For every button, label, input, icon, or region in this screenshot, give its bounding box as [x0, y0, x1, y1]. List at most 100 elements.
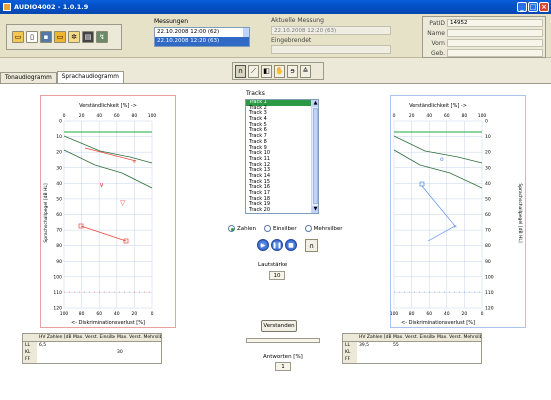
- track-item[interactable]: Track 20: [246, 207, 318, 213]
- x-top-tick-label: 20: [79, 113, 85, 119]
- y-tick-label: 60: [56, 212, 62, 218]
- ear-icon[interactable]: ɘ: [287, 64, 298, 78]
- audiogram-right[interactable]: o × Verständlichkeit [%] -> <- Diskrimin…: [390, 95, 526, 328]
- table-row: KL 30: [23, 349, 123, 356]
- messungen-item[interactable]: 22.10.2008 12:00 (62): [155, 28, 249, 37]
- y-tick-label: 100: [53, 274, 62, 280]
- y-tick-label: 0: [59, 119, 62, 125]
- volume-icon[interactable]: ≙: [300, 64, 311, 78]
- y-tick-label: 30: [56, 165, 62, 171]
- headphone-button[interactable]: ∩: [305, 239, 318, 252]
- y-tick-label: 10: [485, 134, 491, 140]
- y-tick-label: 40: [485, 181, 491, 187]
- scroll-up-arrow[interactable]: ▲: [312, 100, 318, 107]
- messungen-list[interactable]: 22.10.2008 12:00 (62) 22.10.2008 12:20 (…: [154, 27, 250, 47]
- radio-einsilber[interactable]: Einsilber: [264, 225, 297, 232]
- antworten-label: Antworten [%]: [263, 354, 303, 360]
- results-table-right: HV Zahlen [dB] Max. Verst. Einsilber [%]…: [342, 333, 482, 364]
- radio-zahlen[interactable]: Zahlen: [228, 225, 256, 232]
- close-button[interactable]: ×: [539, 2, 549, 12]
- messungen-item-selected[interactable]: 22.10.2008 12:20 (63): [155, 37, 249, 46]
- tracks-list[interactable]: Track 1 Track 2 Track 3 Track 4 Track 5 Track…: [245, 99, 319, 214]
- minimize-button[interactable]: _: [517, 2, 527, 12]
- x-bottom-tick-label: 100: [60, 311, 69, 317]
- col-header: Max. Verst. Einsilber [%]: [393, 335, 435, 340]
- settings-icon[interactable]: ✲: [68, 31, 80, 43]
- patid-label: PatID: [429, 19, 445, 27]
- patid-field: 14952: [447, 19, 543, 27]
- tab-tonaudiogramm[interactable]: Tonaudiogramm: [0, 72, 57, 83]
- speaker-icon[interactable]: ◧: [261, 64, 272, 78]
- printer-icon[interactable]: ▤: [82, 31, 94, 43]
- x-bottom-tick-label: 80: [409, 311, 415, 317]
- headphones-icon[interactable]: ∩: [235, 64, 246, 78]
- table-row: FF: [23, 356, 161, 363]
- x-bottom-tick-label: 80: [79, 311, 85, 317]
- open-folder-icon[interactable]: ▭: [54, 31, 66, 43]
- x-top-tick-label: 60: [114, 113, 120, 119]
- x-bottom-tick-label: 20: [132, 311, 138, 317]
- y-tick-label: 110: [485, 290, 494, 296]
- save-icon[interactable]: ▪: [40, 31, 52, 43]
- scroll-thumb[interactable]: [313, 108, 318, 204]
- y-tick-label: 80: [485, 243, 491, 249]
- x-bottom-tick-label: 0: [151, 311, 154, 317]
- y-tick-label: 100: [485, 274, 494, 280]
- verstanden-button[interactable]: Verstanden: [261, 320, 297, 332]
- col-header: Max. Verst. Mehrsilber [%]: [437, 335, 481, 340]
- x-top-tick-label: 100: [148, 113, 157, 119]
- new-document-icon[interactable]: ▯: [26, 31, 38, 43]
- y-tick-label: 110: [53, 290, 62, 296]
- measurement-mark-o: o: [440, 156, 444, 163]
- y-tick-label: 70: [485, 228, 491, 234]
- eingebunden-field: [271, 45, 391, 54]
- audiogram-left[interactable]: × ∨ ▽ Verständlichkeit [%] -> <- Diskrim…: [40, 95, 176, 328]
- x-bottom-tick-label: 40: [444, 311, 450, 317]
- name-field: [447, 29, 543, 37]
- messungen-label: Messungen: [154, 18, 189, 25]
- play-button[interactable]: ▶: [257, 239, 269, 251]
- y-tick-label: 60: [485, 212, 491, 218]
- name-label: Name: [427, 29, 445, 37]
- radio-mehrsilber[interactable]: Mehrsilber: [304, 225, 343, 232]
- y-title-left: Sprachschallpegel [dB HL]: [43, 183, 49, 243]
- stop-button[interactable]: ■: [285, 239, 297, 251]
- bone-conduction-icon[interactable]: ⟋: [248, 64, 259, 78]
- y-tick-label: 40: [56, 181, 62, 187]
- aktuelle-messung-label: Aktuelle Messung: [271, 17, 324, 24]
- measurement-mark-right-x: ×: [453, 224, 457, 230]
- tracks-label: Tracks: [246, 90, 265, 97]
- x-top-tick-label: 60: [444, 113, 450, 119]
- geburtsdatum-field: [447, 49, 543, 57]
- response-progress-bar: [246, 338, 320, 343]
- app-icon: [3, 3, 11, 11]
- tab-strip: Tonaudiogramm Sprachaudiogramm: [0, 71, 124, 83]
- maximize-button[interactable]: □: [528, 2, 538, 12]
- folder-icon[interactable]: ▭: [12, 31, 24, 43]
- geburtsdatum-label: Geb.: [430, 49, 445, 57]
- pause-button[interactable]: ❚❚: [271, 239, 283, 251]
- scroll-down-arrow[interactable]: ▼: [312, 206, 318, 213]
- table-row: KL: [343, 349, 481, 356]
- x-top-tick-label: 80: [132, 113, 138, 119]
- x-bottom-tick-label: 60: [96, 311, 102, 317]
- patient-box: PatID 14952 Name Vorn Geb.: [422, 16, 546, 58]
- results-table-left: HV Zahlen [dB] Max. Verst. Einsilber [%]…: [22, 333, 162, 364]
- messungen-scrollbar[interactable]: [243, 28, 249, 37]
- hand-icon[interactable]: ✋: [274, 64, 285, 78]
- aktuelle-messung-field: 22.10.2008 12:20 (63): [271, 26, 391, 35]
- main-toolbar: ▭ ▯ ▪ ▭ ✲ ▤ ↯: [6, 24, 122, 50]
- measurement-mark-v1: ∨: [99, 181, 104, 189]
- x-bottom-tick-label: 60: [426, 311, 432, 317]
- network-icon[interactable]: ↯: [96, 31, 108, 43]
- tab-sprachaudiogramm[interactable]: Sprachaudiogramm: [56, 71, 124, 83]
- table-row: LL 39,5 55: [343, 342, 399, 349]
- col-header: Max. Verst. Mehrsilber [%]: [117, 335, 161, 340]
- window-titlebar: AUDIO4002 - 1.0.1.9 _ □ ×: [0, 0, 551, 14]
- y-tick-label: 120: [485, 306, 494, 312]
- eingebunden-label: Eingebrendet: [271, 37, 312, 44]
- tracks-scrollbar[interactable]: ▲ ▼: [311, 100, 318, 213]
- x-top-tick-label: 80: [462, 113, 468, 119]
- lautstaerke-field[interactable]: 10: [269, 271, 285, 280]
- y-tick-label: 20: [485, 150, 491, 156]
